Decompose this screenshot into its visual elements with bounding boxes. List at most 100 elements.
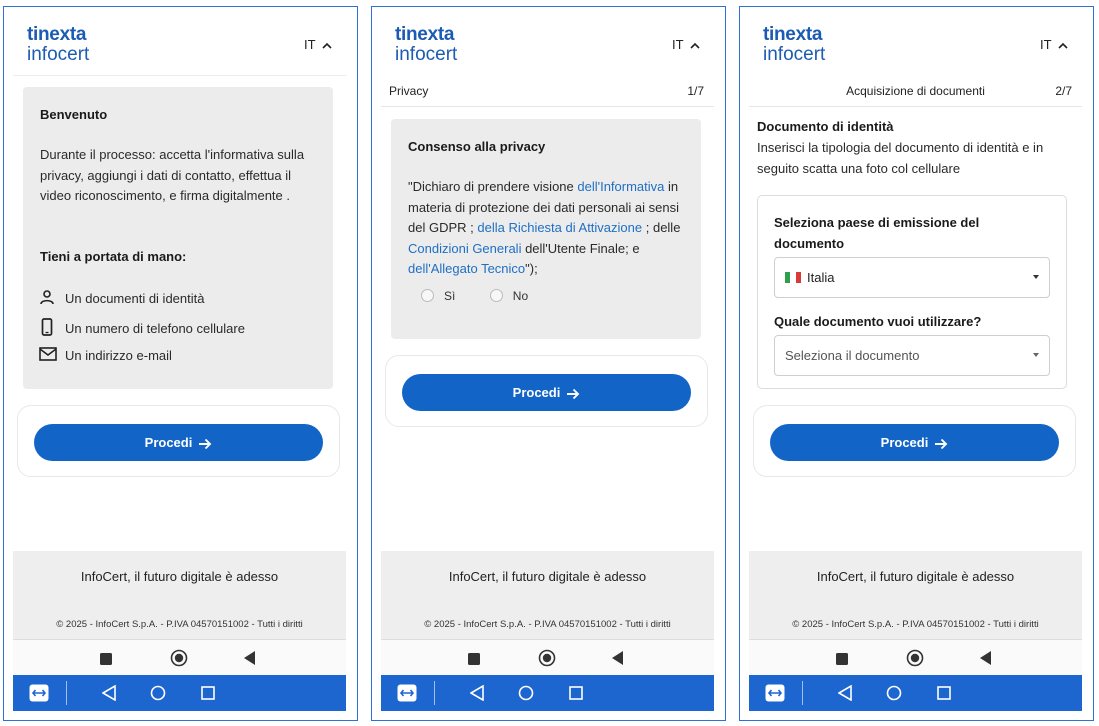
richiesta-attivazione-link[interactable]: della Richiesta di Attivazione	[477, 220, 642, 235]
triangle-back-icon[interactable]	[244, 651, 256, 670]
proceed-label: Procedi	[144, 435, 193, 450]
document-placeholder: Seleziona il documento	[785, 348, 920, 363]
language-code: IT	[304, 37, 316, 52]
footer-copyright: © 2025 - InfoCert S.p.A. - P.IVA 0457015…	[56, 619, 303, 630]
square-icon[interactable]	[836, 652, 848, 670]
proceed-button[interactable]: Procedi	[770, 424, 1059, 461]
country-select[interactable]: Italia	[774, 257, 1050, 298]
triangle-back-icon[interactable]	[612, 651, 624, 670]
android-nav-bar	[381, 639, 714, 675]
language-selector[interactable]: IT	[1040, 37, 1068, 52]
proceed-button[interactable]: Procedi	[34, 424, 323, 461]
arrow-right-icon	[567, 388, 580, 399]
document-select[interactable]: Seleziona il documento	[774, 335, 1050, 376]
consent-text: "Dichiaro di prendere visione dell'Infor…	[408, 177, 690, 280]
radio-yes-label: Sì	[444, 288, 456, 303]
square-icon[interactable]	[100, 652, 112, 670]
teamviewer-icon[interactable]	[765, 684, 785, 707]
brand-line1: tinexta	[27, 24, 87, 45]
recents-icon[interactable]	[569, 686, 583, 705]
circle-icon[interactable]	[906, 649, 924, 672]
phone-screen: tinexta infocert IT Benvenuto Durante il…	[13, 13, 346, 711]
brand-line1: tinexta	[395, 24, 455, 45]
brand-line2: infocert	[395, 44, 458, 65]
footer-tagline: InfoCert, il futuro digitale è adesso	[448, 569, 647, 584]
requirement-label: Un numero di telefono cellulare	[65, 321, 245, 336]
consent-text-part: ; delle	[642, 220, 681, 235]
requirement-email: Un indirizzo e-mail	[39, 347, 172, 364]
italy-flag-icon	[785, 272, 801, 283]
brand-logo: tinexta infocert	[763, 25, 825, 64]
section-title: Documento di identità	[757, 119, 894, 134]
app-footer: InfoCert, il futuro digitale è adesso © …	[749, 551, 1082, 639]
step-label: Acquisizione di documenti	[846, 84, 985, 98]
step-label: Privacy	[389, 84, 429, 98]
brand-line1: tinexta	[763, 24, 823, 45]
arrow-right-icon	[199, 438, 212, 449]
card-title: Consenso alla privacy	[408, 139, 546, 154]
back-icon[interactable]	[101, 684, 116, 706]
intro-text: Durante il processo: accetta l'informati…	[40, 147, 305, 203]
language-selector[interactable]: IT	[672, 37, 700, 52]
informativa-link[interactable]: dell'Informativa	[577, 179, 664, 194]
requirement-label: Un indirizzo e-mail	[65, 348, 172, 364]
circle-icon[interactable]	[170, 649, 188, 672]
recents-icon[interactable]	[937, 686, 951, 705]
consent-text-part: ");	[525, 261, 538, 276]
consent-text-part: "Dichiaro di prendere visione	[408, 179, 578, 194]
step-counter: 1/7	[687, 84, 704, 98]
proceed-container: Procedi	[385, 355, 708, 427]
footer-copyright: © 2025 - InfoCert S.p.A. - P.IVA 0457015…	[424, 619, 671, 630]
home-icon[interactable]	[150, 685, 166, 706]
proceed-button[interactable]: Procedi	[402, 374, 691, 411]
brand-line2: infocert	[27, 44, 90, 65]
allegato-tecnico-link[interactable]: dell'Allegato Tecnico	[408, 261, 525, 276]
square-icon[interactable]	[468, 652, 480, 670]
document-form: Seleziona paese di emissione del documen…	[757, 195, 1067, 389]
recents-icon[interactable]	[201, 686, 215, 705]
back-icon[interactable]	[837, 684, 852, 706]
radio-no-circle[interactable]	[489, 289, 503, 303]
triangle-back-icon[interactable]	[980, 651, 992, 670]
app-footer: InfoCert, il futuro digitale è adesso © …	[13, 551, 346, 639]
chevron-up-icon	[322, 42, 332, 49]
teamviewer-bar	[13, 675, 346, 711]
person-icon	[39, 289, 59, 308]
radio-no[interactable]: No	[489, 287, 528, 305]
app-header: tinexta infocert IT	[749, 13, 1082, 75]
mail-icon	[39, 347, 59, 364]
condizioni-generali-link[interactable]: Condizioni Generali	[408, 241, 521, 256]
consent-options: Sì No	[421, 287, 528, 305]
proceed-label: Procedi	[512, 385, 561, 400]
step-counter: 2/7	[1055, 84, 1072, 98]
app-header: tinexta infocert IT	[13, 13, 346, 75]
brand-logo: tinexta infocert	[395, 25, 457, 64]
language-code: IT	[1040, 37, 1052, 52]
phone-icon	[39, 318, 59, 339]
country-value: Italia	[785, 270, 834, 285]
radio-yes-circle[interactable]	[421, 289, 434, 303]
phone-screen: tinexta infocert IT Acquisizione di docu…	[749, 13, 1082, 711]
privacy-card: Consenso alla privacy "Dichiaro di prend…	[391, 119, 701, 339]
requirement-phone: Un numero di telefono cellulare	[39, 318, 245, 339]
screen-document-acquisition: tinexta infocert IT Acquisizione di docu…	[739, 6, 1094, 721]
phone-screen: tinexta infocert IT Privacy 1/7 Consenso…	[381, 13, 714, 711]
teamviewer-icon[interactable]	[397, 684, 417, 707]
footer-tagline: InfoCert, il futuro digitale è adesso	[80, 569, 279, 584]
footer-tagline: InfoCert, il futuro digitale è adesso	[816, 569, 1015, 584]
back-icon[interactable]	[469, 684, 484, 706]
chevron-up-icon	[690, 42, 700, 49]
section-description: Inserisci la tipologia del documento di …	[757, 140, 1044, 176]
teamviewer-icon[interactable]	[29, 684, 49, 707]
app-viewport: tinexta infocert IT Acquisizione di docu…	[749, 13, 1082, 711]
screen-privacy: tinexta infocert IT Privacy 1/7 Consenso…	[371, 6, 726, 721]
welcome-card: Benvenuto Durante il processo: accetta l…	[23, 87, 333, 389]
home-icon[interactable]	[886, 685, 902, 706]
circle-icon[interactable]	[538, 649, 556, 672]
card-title: Benvenuto	[40, 107, 108, 122]
requirement-label: Un documenti di identità	[65, 291, 205, 306]
language-selector[interactable]: IT	[304, 37, 332, 52]
arrow-right-icon	[935, 438, 948, 449]
radio-yes[interactable]: Sì	[421, 287, 455, 305]
home-icon[interactable]	[518, 685, 534, 706]
